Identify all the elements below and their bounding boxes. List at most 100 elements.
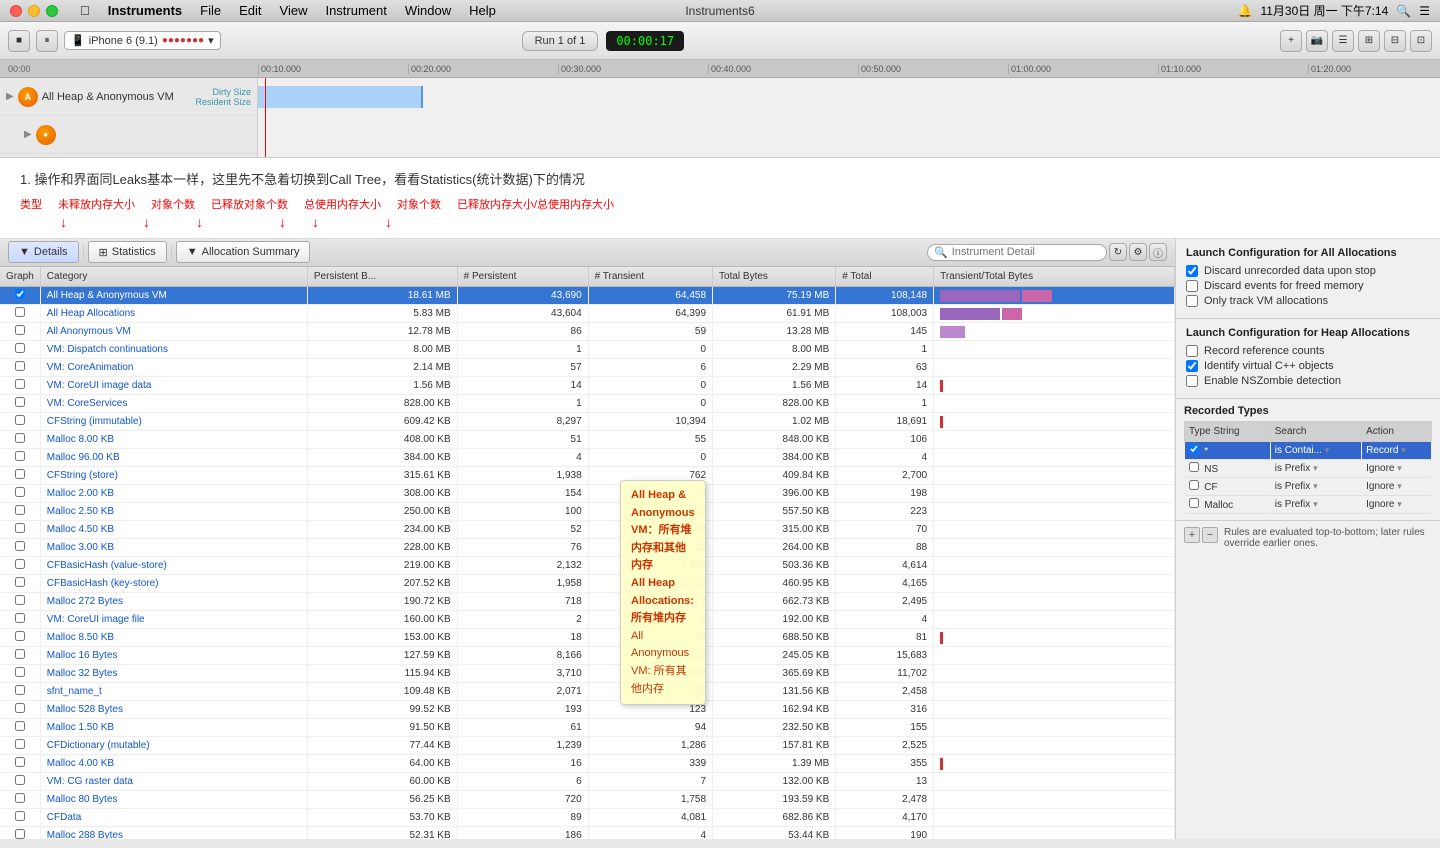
row-checkbox[interactable] bbox=[15, 703, 25, 713]
rt-row[interactable]: NS is Prefix ▾ Ignore ▾ bbox=[1185, 459, 1432, 477]
row-checkbox[interactable] bbox=[15, 685, 25, 695]
row-checkbox[interactable] bbox=[15, 451, 25, 461]
table-row[interactable]: Malloc 288 Bytes 52.31 KB 186 4 53.44 KB… bbox=[0, 827, 1175, 839]
rt-row[interactable]: Malloc is Prefix ▾ Ignore ▾ bbox=[1185, 495, 1432, 513]
rt-row[interactable]: CF is Prefix ▾ Ignore ▾ bbox=[1185, 477, 1432, 495]
help-menu[interactable]: Help bbox=[461, 1, 504, 20]
row-checkbox[interactable] bbox=[15, 577, 25, 587]
row-checkbox[interactable] bbox=[15, 523, 25, 533]
row-checkbox[interactable] bbox=[15, 667, 25, 677]
row-checkbox[interactable] bbox=[15, 739, 25, 749]
record-reference-checkbox[interactable] bbox=[1186, 345, 1198, 357]
table-row[interactable]: CFDictionary (mutable) 77.44 KB 1,239 1,… bbox=[0, 737, 1175, 755]
file-menu[interactable]: File bbox=[192, 1, 229, 20]
search-icon[interactable]: 🔍 bbox=[1396, 4, 1411, 18]
row-checkbox[interactable] bbox=[15, 595, 25, 605]
search-dropdown-icon[interactable]: ▾ bbox=[1313, 499, 1318, 509]
screenshot-button[interactable]: 📷 bbox=[1306, 30, 1328, 52]
row-checkbox[interactable] bbox=[15, 721, 25, 731]
col-persistent-b[interactable]: Persistent B... bbox=[307, 267, 457, 287]
tab-statistics[interactable]: ⊞ Statistics bbox=[88, 241, 167, 263]
table-row[interactable]: Malloc 4.50 KB 234.00 KB 52 18 315.00 KB… bbox=[0, 521, 1175, 539]
table-row[interactable]: CFBasicHash (value-store) 219.00 KB 2,13… bbox=[0, 557, 1175, 575]
view-menu[interactable]: View bbox=[272, 1, 316, 20]
row-checkbox[interactable] bbox=[15, 631, 25, 641]
table-row[interactable]: Malloc 80 Bytes 56.25 KB 720 1,758 193.5… bbox=[0, 791, 1175, 809]
track-expand-sub-icon[interactable]: ▶ bbox=[24, 129, 32, 140]
table-row[interactable]: Malloc 528 Bytes 99.52 KB 193 123 162.94… bbox=[0, 701, 1175, 719]
action-dropdown-icon[interactable]: ▾ bbox=[1397, 463, 1402, 473]
table-row[interactable]: sfnt_name_t 109.48 KB 2,071 387 131.56 K… bbox=[0, 683, 1175, 701]
device-selector[interactable]: 📱 iPhone 6 (9.1) ●●●●●●● ▾ bbox=[64, 31, 221, 50]
info-icon[interactable]: ⓘ bbox=[1149, 243, 1167, 261]
instruments-menu[interactable]: Instruments bbox=[100, 1, 190, 20]
search-dropdown-icon[interactable]: ▾ bbox=[1325, 445, 1330, 455]
rt-row[interactable]: * is Contai... ▾ Record ▾ bbox=[1185, 441, 1432, 459]
action-dropdown-icon[interactable]: ▾ bbox=[1397, 481, 1402, 491]
maximize-button[interactable] bbox=[46, 5, 58, 17]
row-checkbox[interactable] bbox=[15, 379, 25, 389]
action-dropdown-icon[interactable]: ▾ bbox=[1397, 499, 1402, 509]
rt-checkbox[interactable] bbox=[1189, 444, 1199, 454]
row-checkbox[interactable] bbox=[15, 793, 25, 803]
row-checkbox[interactable] bbox=[15, 811, 25, 821]
row-checkbox[interactable] bbox=[15, 307, 25, 317]
discard-unrecorded-checkbox[interactable] bbox=[1186, 265, 1198, 277]
stop-button[interactable]: ■ bbox=[8, 30, 30, 52]
pause-button[interactable]: ⏸ bbox=[36, 30, 58, 52]
row-checkbox[interactable] bbox=[15, 487, 25, 497]
apple-menu[interactable]:  bbox=[72, 1, 98, 20]
table-row[interactable]: CFBasicHash (key-store) 207.52 KB 1,958 … bbox=[0, 575, 1175, 593]
row-checkbox[interactable] bbox=[15, 559, 25, 569]
col-category[interactable]: Category bbox=[40, 267, 307, 287]
table-row[interactable]: VM: CoreUI image file 160.00 KB 2 2 192.… bbox=[0, 611, 1175, 629]
action-dropdown-icon[interactable]: ▾ bbox=[1401, 445, 1406, 455]
table-row[interactable]: All Heap & Anonymous VM 18.61 MB 43,690 … bbox=[0, 287, 1175, 305]
edit-menu[interactable]: Edit bbox=[231, 1, 269, 20]
refresh-icon[interactable]: ↻ bbox=[1109, 243, 1127, 261]
table-row[interactable]: Malloc 8.50 KB 153.00 KB 18 63 688.50 KB… bbox=[0, 629, 1175, 647]
row-checkbox[interactable] bbox=[15, 505, 25, 515]
grid-view-button[interactable]: ⊞ bbox=[1358, 30, 1380, 52]
col-total-bytes[interactable]: Total Bytes bbox=[713, 267, 836, 287]
remove-rule-button[interactable]: − bbox=[1202, 527, 1218, 543]
rt-checkbox[interactable] bbox=[1189, 480, 1199, 490]
row-checkbox[interactable] bbox=[15, 361, 25, 371]
table-row[interactable]: CFString (store) 315.61 KB 1,938 762 409… bbox=[0, 467, 1175, 485]
menu-icon[interactable]: ☰ bbox=[1419, 4, 1430, 18]
table-row[interactable]: VM: CoreServices 828.00 KB 1 0 828.00 KB… bbox=[0, 395, 1175, 413]
row-checkbox[interactable] bbox=[15, 433, 25, 443]
close-button[interactable] bbox=[10, 5, 22, 17]
table-row[interactable]: Malloc 272 Bytes 190.72 KB 718 1,777 662… bbox=[0, 593, 1175, 611]
only-track-vm-checkbox[interactable] bbox=[1186, 295, 1198, 307]
col-transient[interactable]: # Transient bbox=[588, 267, 712, 287]
table-row[interactable]: VM: CoreUI image data 1.56 MB 14 0 1.56 … bbox=[0, 377, 1175, 395]
search-dropdown-icon[interactable]: ▾ bbox=[1313, 481, 1318, 491]
settings-icon[interactable]: ⚙ bbox=[1129, 243, 1147, 261]
instrument-detail-search[interactable] bbox=[952, 246, 1072, 258]
table-row[interactable]: Malloc 3.00 KB 228.00 KB 76 12 264.00 KB… bbox=[0, 539, 1175, 557]
row-checkbox[interactable] bbox=[15, 415, 25, 425]
row-checkbox[interactable] bbox=[15, 613, 25, 623]
col-total-n[interactable]: # Total bbox=[836, 267, 934, 287]
row-checkbox[interactable] bbox=[15, 397, 25, 407]
split-view-button[interactable]: ⊟ bbox=[1384, 30, 1406, 52]
row-checkbox[interactable] bbox=[15, 775, 25, 785]
row-checkbox[interactable] bbox=[15, 469, 25, 479]
table-row[interactable]: Malloc 8.00 KB 408.00 KB 51 55 848.00 KB… bbox=[0, 431, 1175, 449]
row-checkbox[interactable] bbox=[15, 325, 25, 335]
table-row[interactable]: All Anonymous VM 12.78 MB 86 59 13.28 MB… bbox=[0, 323, 1175, 341]
track-expand-icon[interactable]: ▶ bbox=[6, 91, 14, 102]
table-row[interactable]: All Heap Allocations 5.83 MB 43,604 64,3… bbox=[0, 305, 1175, 323]
discard-events-checkbox[interactable] bbox=[1186, 280, 1198, 292]
instrument-menu[interactable]: Instrument bbox=[317, 1, 394, 20]
table-row[interactable]: Malloc 2.50 KB 250.00 KB 100 123 557.50 … bbox=[0, 503, 1175, 521]
add-rule-button[interactable]: + bbox=[1184, 527, 1200, 543]
row-checkbox[interactable] bbox=[15, 541, 25, 551]
table-row[interactable]: Malloc 1.50 KB 91.50 KB 61 94 232.50 KB … bbox=[0, 719, 1175, 737]
table-row[interactable]: Malloc 32 Bytes 115.94 KB 3,710 7,992 36… bbox=[0, 665, 1175, 683]
enable-nszombie-checkbox[interactable] bbox=[1186, 375, 1198, 387]
window-menu[interactable]: Window bbox=[397, 1, 459, 20]
row-checkbox[interactable] bbox=[15, 649, 25, 659]
col-transient-total[interactable]: Transient/Total Bytes bbox=[934, 267, 1175, 287]
